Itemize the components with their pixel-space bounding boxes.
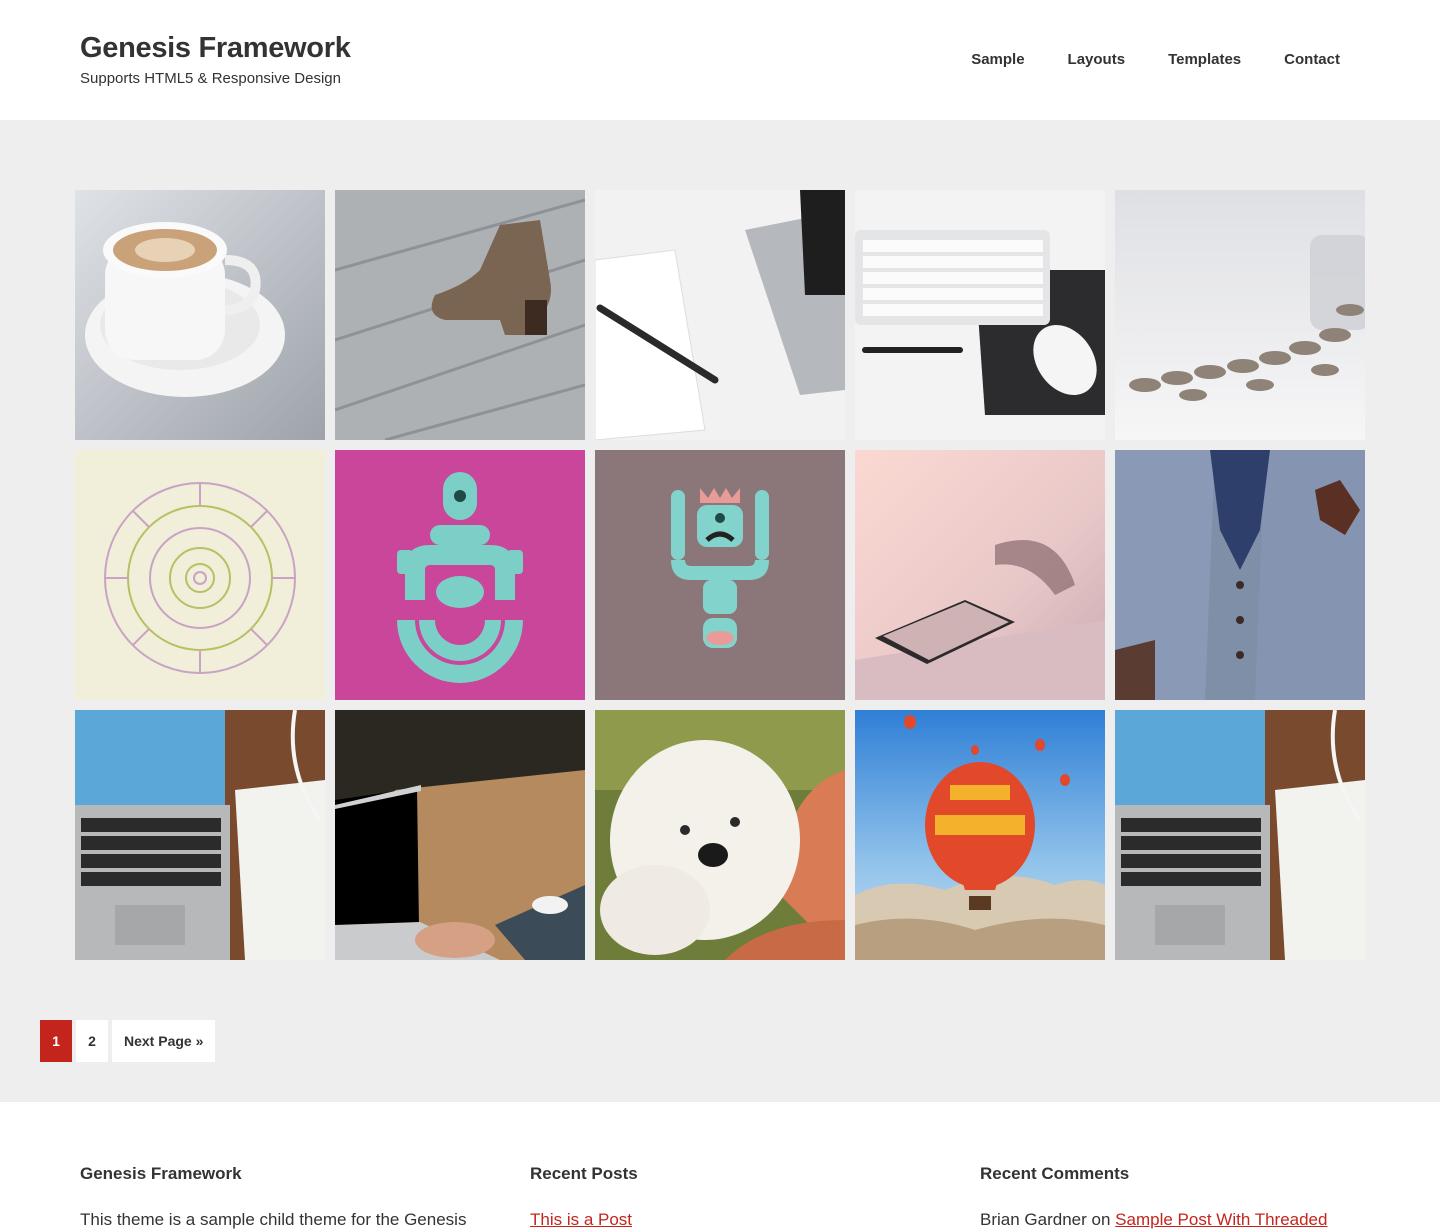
- recent-comment-link[interactable]: Sample Post With Threaded: [1115, 1210, 1327, 1229]
- magenta-creature-illustration[interactable]: [335, 450, 585, 700]
- footer-widget-recent-posts: Recent Posts This is a Post: [530, 1164, 910, 1230]
- typing-laptop-image[interactable]: [335, 710, 585, 960]
- tablet-pen-image[interactable]: [595, 190, 845, 440]
- site-header: Genesis Framework Supports HTML5 & Respo…: [0, 0, 1440, 120]
- content-area: 1 2 Next Page »: [0, 120, 1440, 1102]
- keyboard-mouse-image[interactable]: [855, 190, 1105, 440]
- next-page-link[interactable]: Next Page »: [112, 1020, 216, 1062]
- tweed-jacket-image[interactable]: [1115, 450, 1365, 700]
- comment-on: on: [1091, 1210, 1111, 1229]
- primary-nav: Sample Layouts Templates Contact: [971, 51, 1340, 68]
- site-description: Supports HTML5 & Responsive Design: [80, 70, 341, 87]
- site-title[interactable]: Genesis Framework: [80, 32, 351, 65]
- phone-glasses-image[interactable]: [855, 450, 1105, 700]
- page-1-link[interactable]: 1: [40, 1020, 72, 1062]
- coffee-cup-image[interactable]: [75, 190, 325, 440]
- king-creature-illustration[interactable]: [595, 450, 845, 700]
- nav-item-sample[interactable]: Sample: [971, 51, 1024, 68]
- nav-item-templates[interactable]: Templates: [1168, 51, 1241, 68]
- nav-item-contact[interactable]: Contact: [1284, 51, 1340, 68]
- hot-air-balloon-image[interactable]: [855, 710, 1105, 960]
- footer-widget-about: Genesis Framework This theme is a sample…: [80, 1164, 467, 1230]
- widget-title: Recent Comments: [980, 1164, 1130, 1183]
- pagination: 1 2 Next Page »: [40, 1020, 216, 1062]
- widget-title: Genesis Framework: [80, 1164, 242, 1183]
- nav-item-layouts[interactable]: Layouts: [1068, 51, 1126, 68]
- boot-image[interactable]: [335, 190, 585, 440]
- page-2-link[interactable]: 2: [76, 1020, 108, 1062]
- footer-widget-recent-comments: Recent Comments Brian Gardner on Sample …: [980, 1164, 1360, 1230]
- recent-post-link[interactable]: This is a Post: [530, 1210, 632, 1229]
- coins-jar-image[interactable]: [1115, 190, 1365, 440]
- widget-title: Recent Posts: [530, 1164, 638, 1183]
- laptop-desk-image-2[interactable]: [1115, 710, 1365, 960]
- portfolio-grid: [75, 190, 1365, 960]
- comment-author: Brian Gardner: [980, 1210, 1087, 1229]
- footer-widgets: Genesis Framework This theme is a sample…: [0, 1102, 1440, 1230]
- mandala-illustration[interactable]: [75, 450, 325, 700]
- puppy-image[interactable]: [595, 710, 845, 960]
- laptop-desk-image[interactable]: [75, 710, 325, 960]
- widget-text: This theme is a sample child theme for t…: [80, 1210, 467, 1229]
